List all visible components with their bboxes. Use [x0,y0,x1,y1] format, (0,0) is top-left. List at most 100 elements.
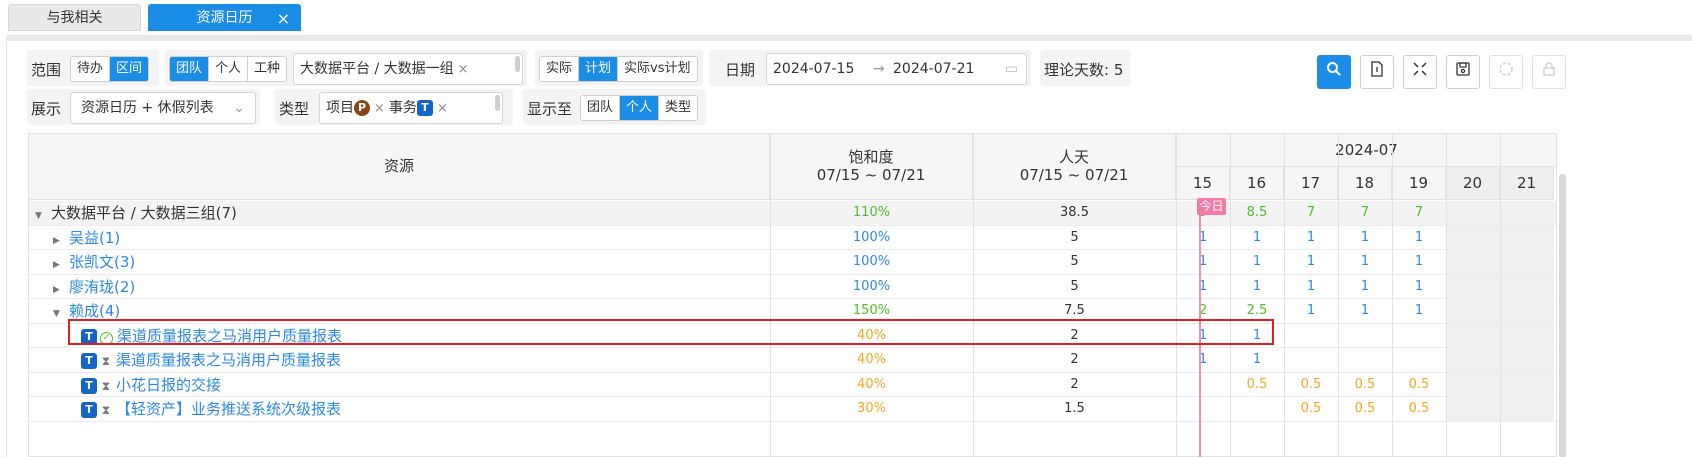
resource-name-label[interactable]: 渠道质量报表之马消用户质量报表 [116,351,341,369]
date-filter: 日期 2024-07-15 → 2024-07-21 ▭ [709,50,1031,86]
clear-icon[interactable]: × [437,101,448,116]
day-value-cell [1338,348,1392,372]
day-value-cell [1284,324,1338,348]
mode-option-actual[interactable]: 实际 [540,57,580,81]
fullscreen-icon [1412,62,1428,81]
show-option-team[interactable]: 团队 [581,96,621,120]
day-value-cell [1176,373,1230,397]
type-filter: 类型 项目 P × 事务 T × [275,89,513,125]
scope-option-todo[interactable]: 待办 [71,57,111,81]
caret-right-icon[interactable]: ▶ [53,278,65,302]
hourglass-icon: ⧗ [101,403,111,417]
show-option-type[interactable]: 类型 [659,96,697,120]
person-row[interactable]: ▶ 张凯文(3) 100% 5 1 1 1 1 1 [29,250,1556,277]
team-option-person[interactable]: 个人 [209,57,249,81]
save-button[interactable] [1446,55,1480,89]
column-divider [973,134,974,456]
day-value-cell: 7 [1414,205,1424,220]
day-value-cell: 0.5 [1408,376,1430,392]
day-value-cell [1446,225,1500,250]
tab-label: 资源日历 [196,10,253,26]
day-value-cell [1500,299,1554,323]
scope-filter: 范围 待办 区间 [27,50,159,86]
resource-name-label[interactable]: 吴益(1) [69,229,120,247]
caret-down-icon[interactable]: ▼ [53,302,65,326]
day-value-cell [1392,348,1446,372]
mode-filter: 实际 计划 实际vs计划 [535,50,703,86]
scope-option-range[interactable]: 区间 [110,57,149,81]
tab-related-to-me[interactable]: 与我相关 [8,4,141,31]
day-value-cell: 8.5 [1246,205,1268,220]
lock-button[interactable] [1532,55,1566,89]
show-option-person[interactable]: 个人 [620,96,660,120]
day-value-cell: 1 [1360,254,1370,269]
team-select[interactable]: 大数据平台 / 大数据一组 × [293,53,523,85]
person-row[interactable]: ▶ 吴益(1) 100% 5 1 1 1 1 1 [29,225,1556,253]
header-saturation: 饱和度 07/15 ~ 07/21 [770,134,973,200]
scope-label: 范围 [31,61,62,79]
main-content: 范围 待办 区间 团队 个人 工种 大数据平台 / 大数据一组 × 实际 计划 实… [6,41,1692,457]
day-value-cell: 0.5 [1246,376,1268,392]
header-day: 17 [1284,167,1338,200]
header-day: 15 [1176,167,1230,200]
day-value-cell [1500,250,1554,274]
task-row[interactable]: T ⧗ 【轻资产】业务推送系统次级报表 30% 1.5 0.5 0.5 0.5 [29,397,1556,422]
day-value-cell [1446,323,1500,348]
mandays-cell: 5 [1070,278,1079,294]
team-option-team[interactable]: 团队 [170,57,210,81]
resource-name-label[interactable]: 【轻资产】业务推送系统次级报表 [116,400,341,418]
scrollbar[interactable] [515,56,520,72]
fullscreen-button[interactable] [1403,55,1437,89]
day-value-cell: 1 [1414,303,1424,318]
caret-right-icon[interactable]: ▶ [53,253,65,277]
task-row[interactable]: T ⧗ 小花日报的交接 40% 2 0.5 0.5 0.5 0.5 [29,372,1556,397]
day-value-cell [1176,397,1230,421]
date-range-picker[interactable]: 2024-07-15 → 2024-07-21 ▭ [766,53,1027,85]
day-value-cell: 1 [1306,254,1316,269]
scrollbar[interactable] [495,95,500,111]
group-row[interactable]: ▼大数据平台 / 大数据三组(7)110%38.598.5777 [29,201,1556,228]
clear-icon[interactable]: × [458,62,469,77]
mandays-cell: 2 [1070,376,1079,392]
grid-scrollbar[interactable] [1559,174,1566,457]
caret-right-icon[interactable]: ▶ [53,229,65,253]
export-file-icon [1369,61,1385,81]
day-value-cell: 1 [1414,278,1424,294]
day-value-cell [1446,250,1500,274]
close-icon[interactable]: × [277,5,290,32]
export-button[interactable] [1360,55,1394,89]
display-select-value: 资源日历 + 休假列表 [81,100,214,116]
clear-icon[interactable]: × [374,101,385,116]
day-value-cell [1500,397,1554,421]
day-value-cell: 0.5 [1300,376,1322,392]
display-label: 展示 [31,100,62,118]
caret-down-icon[interactable]: ▼ [35,204,47,228]
resource-name-label[interactable]: 小花日报的交接 [116,376,221,394]
tab-resource-calendar[interactable]: 资源日历 × [148,4,301,31]
search-button[interactable] [1317,55,1351,89]
saturation-cell: 30% [857,401,886,416]
tab-bar: 与我相关 资源日历 × [0,0,1692,36]
day-value-cell: 1 [1198,254,1208,269]
day-value-cell [1230,397,1284,421]
display-select[interactable]: 资源日历 + 休假列表 ⌄ [70,92,256,124]
resource-name-label[interactable]: 张凯文(3) [69,253,135,271]
refresh-button[interactable] [1489,55,1523,89]
task-type-icon: T [81,377,97,394]
day-value-cell [1500,274,1554,299]
day-value-cell: 1 [1306,278,1316,294]
team-option-worktype[interactable]: 工种 [248,57,286,81]
lock-icon [1541,62,1557,81]
type-select[interactable]: 项目 P × 事务 T × [319,92,503,124]
mode-option-plan[interactable]: 计划 [579,57,619,81]
task-row[interactable]: T ⧗ 渠道质量报表之马消用户质量报表 40% 2 1 1 [29,348,1556,373]
task-type-icon: T [81,402,97,418]
team-select-value: 大数据平台 / 大数据一组 [300,61,454,77]
mode-option-compare[interactable]: 实际vs计划 [618,57,696,81]
resource-name-label[interactable]: 廖洧珑(2) [69,278,135,296]
resource-name-label[interactable]: 赖成(4) [69,302,120,320]
person-row[interactable]: ▶ 廖洧珑(2) 100% 5 1 1 1 1 1 [29,274,1556,302]
date-arrow: → [872,61,885,77]
saturation-cell: 100% [852,278,891,294]
saturation-cell: 40% [857,352,886,367]
